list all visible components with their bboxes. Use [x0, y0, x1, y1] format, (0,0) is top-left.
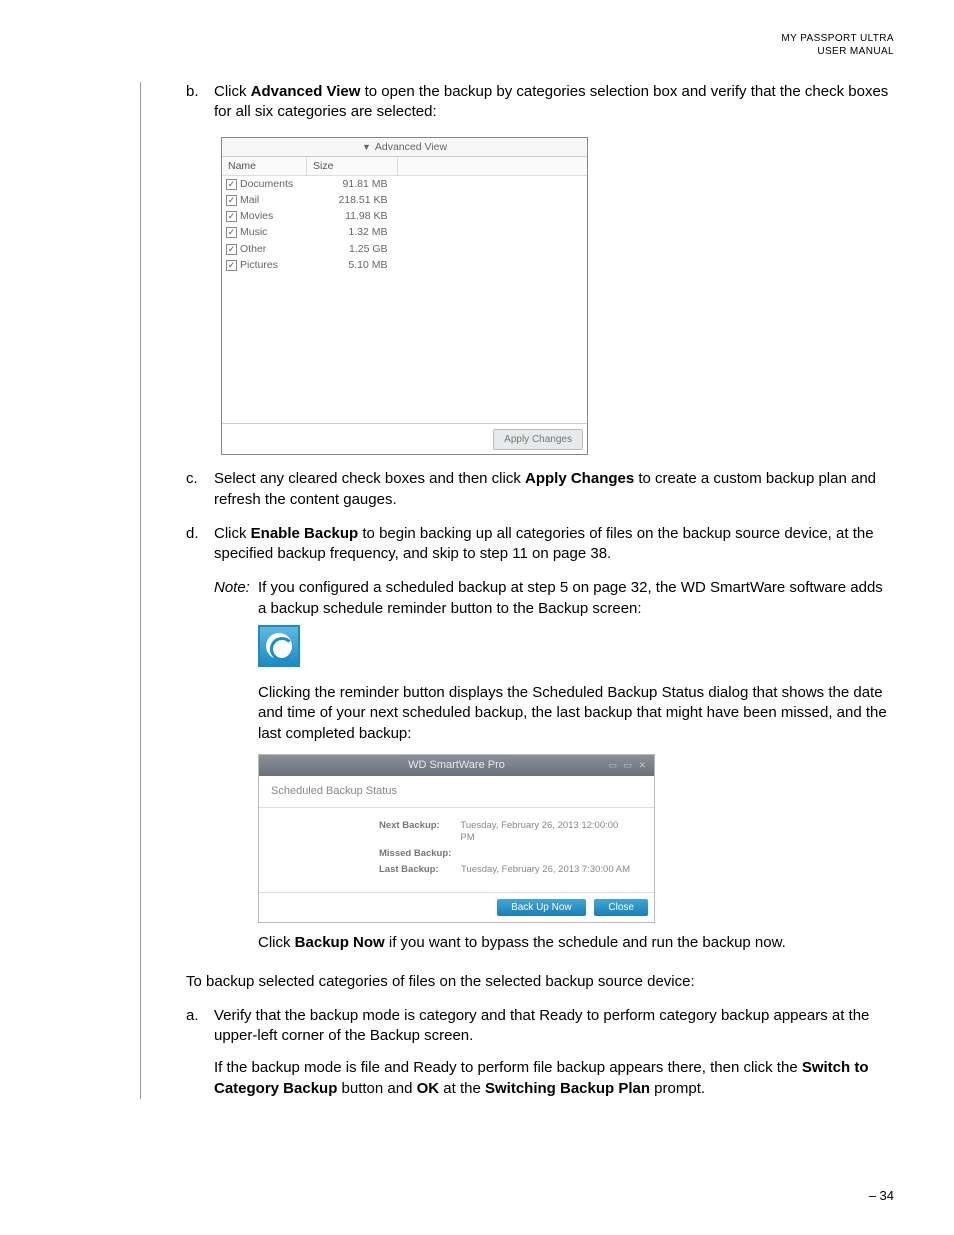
table-row: Pictures5.10 MB [222, 257, 587, 273]
next-backup-label: Next Backup: [379, 820, 460, 846]
step-d: d. Click Enable Backup to begin backing … [186, 524, 894, 565]
content-column: b. Click Advanced View to open the backu… [140, 82, 894, 1099]
step-b-pre: Click [214, 83, 251, 100]
dialog-subtitle: Scheduled Backup Status [259, 776, 654, 808]
header-line2: USER MANUAL [60, 45, 894, 58]
table-row: Music1.32 MB [222, 224, 587, 240]
missed-backup-row: Missed Backup: [379, 848, 634, 861]
step-a-p2: If the backup mode is file and Ready to … [214, 1058, 894, 1099]
step-a: a. Verify that the backup mode is catego… [186, 1006, 894, 1099]
note-p3-pre: Click [258, 934, 295, 951]
advanced-view-header: ▼ Advanced View [222, 138, 587, 157]
a-p2-mid: button and [337, 1080, 416, 1097]
next-backup-value: Tuesday, February 26, 2013 12:00:00 PM [460, 820, 634, 846]
step-marker: a. [186, 1006, 199, 1026]
backup-now-label: Backup Now [295, 934, 385, 951]
step-d-pre: Click [214, 525, 251, 542]
intro-line: To backup selected categories of files o… [186, 972, 894, 992]
note-label: Note: [214, 578, 250, 598]
table-row: Other1.25 GB [222, 241, 587, 257]
note-p3-post: if you want to bypass the schedule and r… [385, 934, 786, 951]
missed-backup-label: Missed Backup: [379, 848, 461, 861]
step-marker: d. [186, 524, 199, 544]
apply-changes-button[interactable]: Apply Changes [493, 429, 583, 451]
step-b: b. Click Advanced View to open the backu… [186, 82, 894, 123]
table-row: Mail218.51 KB [222, 192, 587, 208]
col-name: Name [222, 157, 307, 176]
table-row: Documents91.81 MB [222, 175, 587, 192]
step-a-p1: Verify that the backup mode is category … [214, 1006, 894, 1047]
dialog-button-bar: Back Up Now Close [259, 893, 654, 923]
step-c: c. Select any cleared check boxes and th… [186, 469, 894, 510]
switching-backup-plan-label: Switching Backup Plan [485, 1080, 650, 1097]
next-backup-row: Next Backup: Tuesday, February 26, 2013 … [379, 820, 634, 846]
note-p2: Clicking the reminder button displays th… [258, 683, 894, 744]
categories-table: Name Size Documents91.81 MB Mail218.51 K… [222, 157, 587, 273]
last-backup-label: Last Backup: [379, 864, 461, 877]
ok-label: OK [417, 1080, 440, 1097]
a-p2-post: prompt. [650, 1080, 705, 1097]
close-button[interactable]: Close [594, 899, 648, 917]
note-p1: If you configured a scheduled backup at … [258, 578, 894, 619]
back-up-now-button[interactable]: Back Up Now [497, 899, 586, 917]
dialog-titlebar: WD SmartWare Pro ▭ ▭ ✕ [259, 755, 654, 776]
advanced-view-footer: Apply Changes [222, 423, 587, 455]
apply-changes-label: Apply Changes [525, 470, 634, 487]
caret-down-icon: ▼ [362, 142, 371, 152]
table-row: Movies11.98 KB [222, 208, 587, 224]
col-size: Size [307, 157, 398, 176]
dialog-title: WD SmartWare Pro [408, 759, 505, 771]
page-header: MY PASSPORT ULTRA USER MANUAL [60, 32, 894, 58]
a-p2-pre: If the backup mode is file and Ready to … [214, 1059, 802, 1076]
header-line1: MY PASSPORT ULTRA [60, 32, 894, 45]
blank-area [222, 273, 587, 423]
page-number: – 34 [869, 1187, 894, 1205]
advanced-view-label: Advanced View [251, 83, 361, 100]
enable-backup-label: Enable Backup [251, 525, 359, 542]
advanced-view-panel: ▼ Advanced View Name Size Documents91.81 … [221, 137, 588, 456]
advanced-view-title: Advanced View [375, 141, 447, 153]
note-p3: Click Backup Now if you want to bypass t… [258, 933, 894, 953]
note-block: Note: If you configured a scheduled back… [214, 578, 894, 953]
step-c-pre: Select any cleared check boxes and then … [214, 470, 525, 487]
dialog-body: Next Backup: Tuesday, February 26, 2013 … [259, 808, 654, 893]
col-blank [398, 157, 588, 176]
clock-icon [258, 625, 300, 667]
scheduled-backup-status-dialog: WD SmartWare Pro ▭ ▭ ✕ Scheduled Backup … [258, 754, 655, 923]
step-marker: b. [186, 82, 199, 102]
last-backup-value: Tuesday, February 26, 2013 7:30:00 AM [461, 864, 630, 877]
last-backup-row: Last Backup: Tuesday, February 26, 2013 … [379, 864, 634, 877]
window-buttons-icon[interactable]: ▭ ▭ ✕ [608, 759, 648, 771]
a-p2-mid2: at the [439, 1080, 485, 1097]
step-marker: c. [186, 469, 198, 489]
